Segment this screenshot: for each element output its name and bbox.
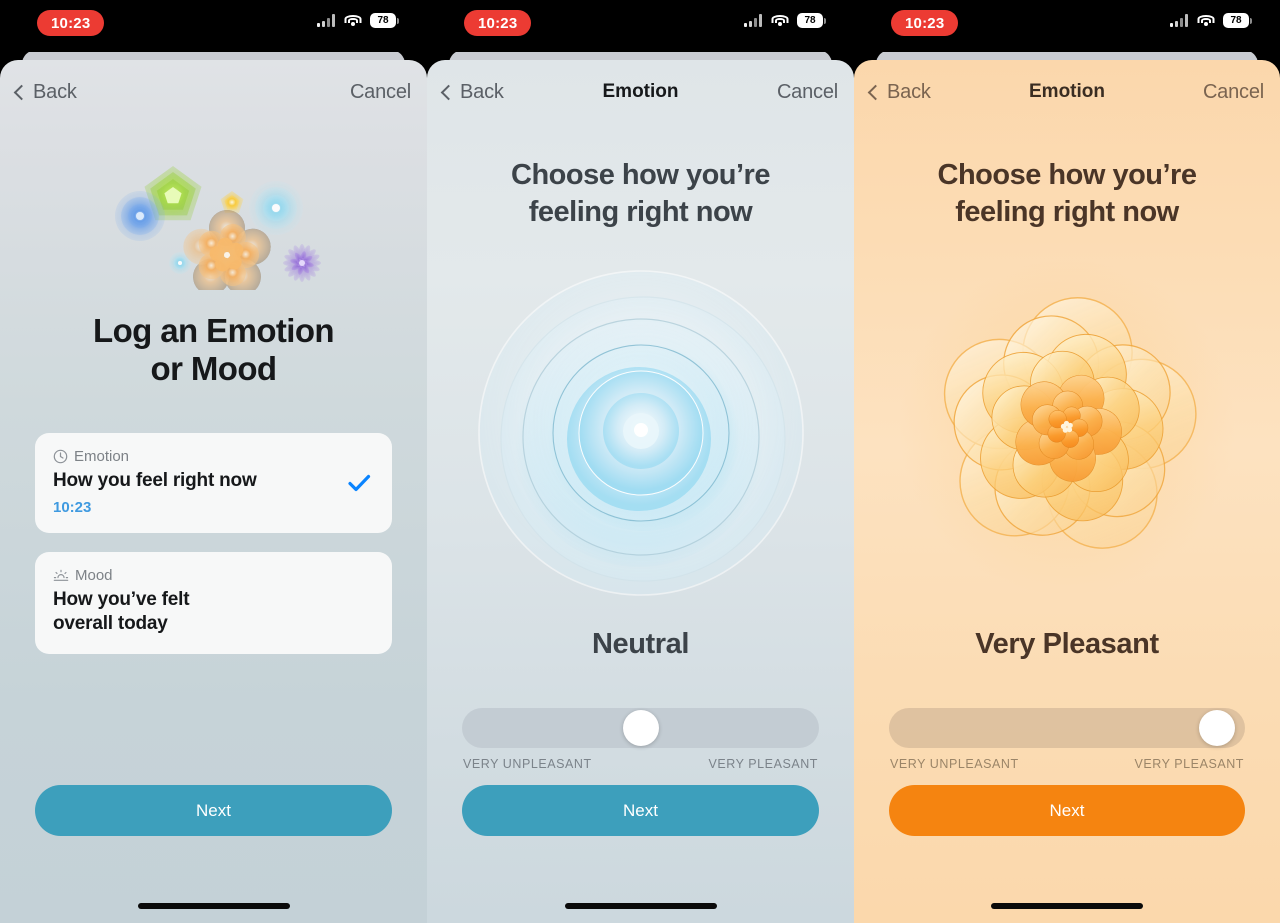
modal-sheet: Back Emotion Cancel Choose how you’re fe…: [427, 60, 854, 923]
screenshot-triptych: 10:23 78 Back Cancel Log an Emotion or M…: [0, 0, 1280, 923]
wifi-icon: [771, 14, 788, 27]
cancel-button[interactable]: Cancel: [350, 81, 411, 104]
back-button[interactable]: Back: [440, 80, 504, 104]
sunrise-icon: [53, 569, 69, 581]
slider-scale: VERY UNPLEASANT VERY PLEASANT: [889, 757, 1245, 771]
status-time: 10:23: [37, 10, 105, 36]
nav-bar: Back Cancel: [0, 60, 427, 124]
card-title-line1: How you’ve felt: [53, 588, 190, 610]
battery-icon: 78: [370, 13, 399, 28]
nav-bar: Back Emotion Cancel: [427, 60, 854, 124]
wifi-icon: [1197, 14, 1214, 27]
home-indicator: [564, 903, 717, 909]
next-button[interactable]: Next: [35, 785, 392, 836]
state-label: Very Pleasant: [975, 628, 1159, 660]
log-type-list: Emotion How you feel right now 10:23 Moo…: [35, 433, 392, 655]
status-indicators: 78: [317, 13, 399, 28]
battery-tip: [1250, 17, 1252, 24]
pleasantness-slider[interactable]: VERY UNPLEASANT VERY PLEASANT: [462, 708, 819, 771]
card-kicker: Emotion: [53, 448, 374, 465]
slider-max-label: VERY PLEASANT: [708, 757, 818, 771]
cellular-bars-icon: [1170, 14, 1188, 27]
state-label: Neutral: [591, 628, 690, 660]
battery-icon: 78: [1223, 13, 1252, 28]
clock-icon: [53, 449, 68, 464]
cancel-button[interactable]: Cancel: [1203, 81, 1264, 104]
status-time: 10:23: [891, 10, 959, 36]
card-title: How you feel right now: [53, 470, 257, 491]
very-pleasant-flower-illustration: [854, 255, 1280, 615]
card-kicker: Mood: [53, 567, 374, 584]
question-line1: Choose how you’re: [511, 159, 770, 191]
battery-icon: 78: [797, 13, 826, 28]
option-card-mood[interactable]: Mood How you’ve felt overall today: [35, 551, 392, 655]
emotion-cluster-illustration: [0, 160, 427, 290]
battery-tip: [824, 17, 826, 24]
chevron-left-icon: [13, 84, 30, 100]
next-button[interactable]: Next: [889, 785, 1245, 836]
card-title: How you’ve felt overall today: [53, 588, 328, 637]
slider-min-label: VERY UNPLEASANT: [890, 757, 1019, 771]
back-label: Back: [887, 80, 931, 103]
page-title-line1: Log an Emotion: [93, 312, 335, 349]
cellular-bars-icon: [744, 14, 762, 27]
checkmark-icon: [348, 474, 371, 491]
question-heading: Choose how you’re feeling right now: [427, 157, 854, 230]
slider-track[interactable]: [889, 708, 1245, 748]
slider-scale: VERY UNPLEASANT VERY PLEASANT: [462, 757, 819, 771]
page-title-line2: or Mood: [150, 349, 278, 387]
modal-sheet: Back Emotion Cancel Choose how you’re fe…: [854, 60, 1280, 923]
slider-thumb[interactable]: [622, 710, 659, 746]
cellular-bars-icon: [317, 14, 335, 27]
back-button[interactable]: Back: [867, 80, 931, 104]
question-line1: Choose how you’re: [937, 159, 1197, 191]
cancel-button[interactable]: Cancel: [777, 81, 838, 104]
screen-emotion-very-pleasant: 10:23 78 Back Emotion Cancel Choose how …: [854, 0, 1280, 923]
card-time: 10:23: [53, 498, 92, 516]
card-title-line2: overall today: [53, 613, 168, 635]
status-time: 10:23: [464, 10, 532, 36]
screen-emotion-neutral: 10:23 78 Back Emotion Cancel Choose how …: [427, 0, 854, 923]
status-bar: 10:23 78: [0, 0, 427, 52]
battery-level: 78: [1223, 13, 1249, 28]
status-indicators: 78: [744, 13, 826, 28]
option-card-emotion[interactable]: Emotion How you feel right now 10:23: [35, 433, 392, 533]
home-indicator: [137, 903, 290, 909]
question-line2: feeling right now: [528, 195, 753, 228]
battery-level: 78: [370, 13, 396, 28]
status-bar: 10:23 78: [427, 0, 854, 52]
back-button[interactable]: Back: [13, 80, 77, 104]
slider-max-label: VERY PLEASANT: [1134, 757, 1244, 771]
question-heading: Choose how you’re feeling right now: [854, 157, 1280, 230]
slider-track[interactable]: [462, 708, 819, 748]
neutral-rings-illustration: [427, 255, 854, 615]
card-kicker-label: Emotion: [74, 448, 130, 465]
page-title: Log an Emotion or Mood: [0, 312, 427, 387]
modal-sheet: Back Cancel Log an Emotion or Mood Emoti…: [0, 60, 427, 923]
wifi-icon: [344, 14, 361, 27]
next-button[interactable]: Next: [462, 785, 819, 836]
chevron-left-icon: [867, 84, 884, 100]
status-bar: 10:23 78: [854, 0, 1280, 52]
battery-level: 78: [797, 13, 823, 28]
screen-log-chooser: 10:23 78 Back Cancel Log an Emotion or M…: [0, 0, 427, 923]
card-kicker-label: Mood: [75, 566, 113, 584]
back-label: Back: [460, 80, 504, 103]
back-label: Back: [33, 80, 77, 103]
chevron-left-icon: [440, 84, 457, 100]
pleasantness-slider[interactable]: VERY UNPLEASANT VERY PLEASANT: [889, 708, 1245, 771]
question-line2: feeling right now: [955, 195, 1179, 228]
home-indicator: [991, 903, 1143, 909]
status-indicators: 78: [1170, 13, 1252, 28]
battery-tip: [397, 17, 399, 24]
slider-min-label: VERY UNPLEASANT: [463, 757, 592, 771]
slider-thumb[interactable]: [1198, 710, 1235, 746]
nav-bar: Back Emotion Cancel: [854, 60, 1280, 124]
